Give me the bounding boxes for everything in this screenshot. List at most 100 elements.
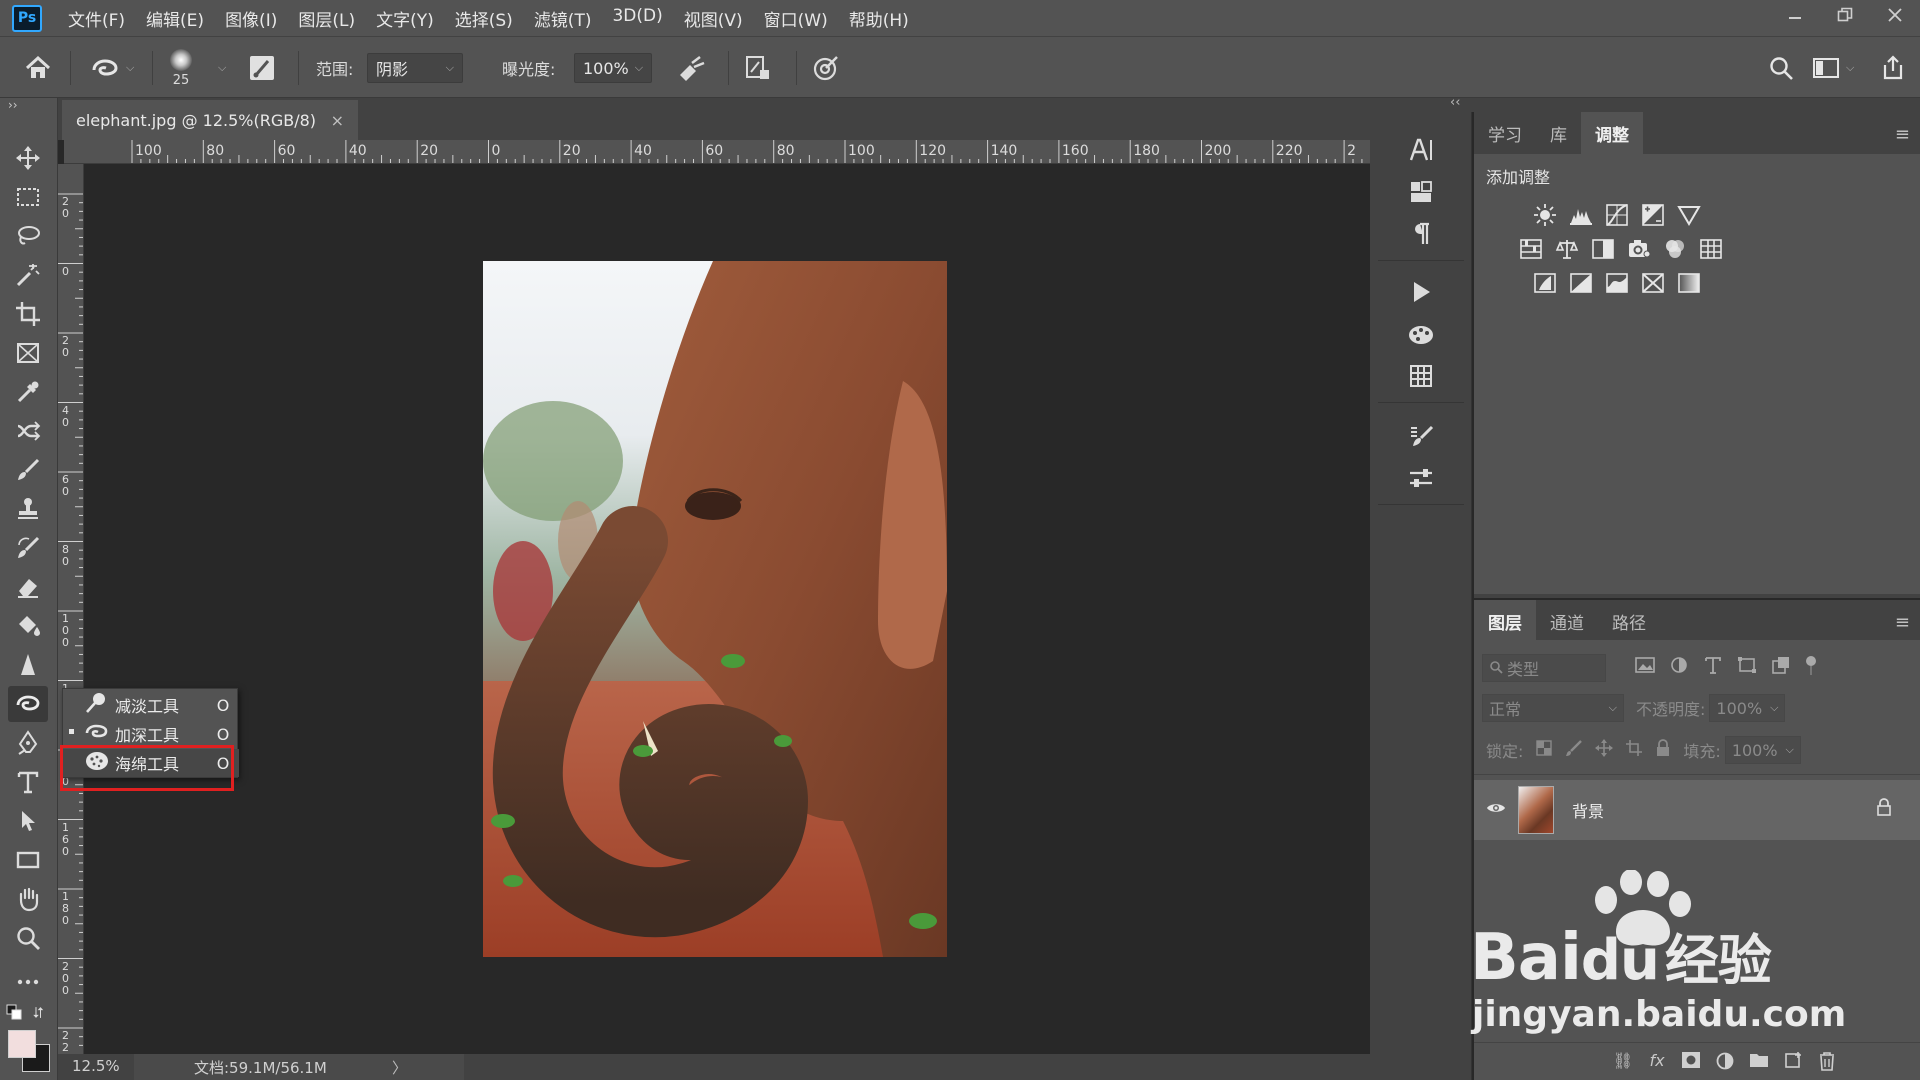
path-selection-icon[interactable]	[8, 803, 48, 839]
lock-all-icon[interactable]	[1655, 739, 1671, 761]
hue-saturation-icon[interactable]	[1516, 234, 1546, 264]
swatches-panel-icon[interactable]	[1401, 316, 1441, 352]
eyedropper-icon[interactable]	[8, 374, 48, 410]
threshold-icon[interactable]	[1602, 268, 1632, 298]
brightness-contrast-icon[interactable]	[1530, 200, 1560, 230]
invert-icon[interactable]	[1530, 268, 1560, 298]
pen-tool-icon[interactable]	[8, 725, 48, 761]
paragraph-panel-icon[interactable]	[1401, 216, 1441, 252]
default-colors-icon[interactable]	[6, 1004, 24, 1026]
brush-tool-icon[interactable]	[8, 452, 48, 488]
add-mask-icon[interactable]	[1678, 1051, 1704, 1073]
type-tool-icon[interactable]	[8, 764, 48, 800]
zoom-level[interactable]: 12.5%	[72, 1057, 120, 1075]
photo-filter-icon[interactable]	[1624, 234, 1654, 264]
restore-icon[interactable]	[1820, 0, 1870, 30]
filter-toggle-icon[interactable]	[1804, 655, 1818, 681]
layer-row-background[interactable]: 背景	[1474, 780, 1920, 840]
close-icon[interactable]	[1870, 0, 1920, 30]
home-icon[interactable]	[24, 37, 52, 99]
lasso-tool-icon[interactable]	[8, 218, 48, 254]
tab-libraries[interactable]: 库	[1536, 112, 1581, 154]
magic-wand-icon[interactable]	[8, 257, 48, 293]
zoom-tool-icon[interactable]	[8, 920, 48, 956]
flyout-item-dodge[interactable]: 减淡工具 O	[63, 691, 239, 719]
link-layers-icon[interactable]: ⛓	[1610, 1051, 1636, 1073]
type-filter-icon[interactable]	[1702, 655, 1724, 681]
smart-object-filter-icon[interactable]	[1770, 655, 1792, 681]
fill-field[interactable]: 100% ⌵	[1724, 736, 1801, 764]
levels-icon[interactable]	[1566, 200, 1596, 230]
tool-preset-picker[interactable]: ⌵	[90, 37, 134, 99]
clone-stamp-icon[interactable]	[8, 491, 48, 527]
status-arrow-icon[interactable]: 〉	[392, 1057, 407, 1078]
properties-panel-icon[interactable]	[1401, 460, 1441, 496]
rectangle-tool-icon[interactable]	[8, 842, 48, 878]
menu-file[interactable]: 文件(F)	[68, 6, 125, 31]
glyphs-panel-icon[interactable]	[1401, 174, 1441, 210]
panel-menu-icon[interactable]: ≡	[1895, 612, 1910, 633]
pressure-icon[interactable]	[812, 37, 840, 99]
adjustment-filter-icon[interactable]	[1668, 655, 1690, 681]
grid-panel-icon[interactable]	[1401, 358, 1441, 394]
adjustment-layer-icon[interactable]	[1712, 1051, 1738, 1073]
burn-tool-icon[interactable]	[8, 686, 48, 722]
history-brush-icon[interactable]	[8, 530, 48, 566]
posterize-icon[interactable]	[1566, 268, 1596, 298]
paint-bucket-icon[interactable]	[8, 608, 48, 644]
brush-settings-icon[interactable]	[248, 37, 276, 99]
tab-learn[interactable]: 学习	[1474, 112, 1536, 154]
canvas-area[interactable]	[84, 164, 1344, 1054]
chevron-down-icon[interactable]: ⌵	[212, 37, 226, 99]
new-group-icon[interactable]	[1746, 1051, 1772, 1073]
color-balance-icon[interactable]	[1552, 234, 1582, 264]
brush-picker[interactable]: 25	[170, 37, 192, 99]
range-dropdown[interactable]: 阴影 ⌵	[367, 53, 463, 83]
expand-icon[interactable]: ››	[8, 98, 18, 112]
shape-filter-icon[interactable]	[1736, 655, 1758, 681]
workspace-icon[interactable]: ⌵	[1812, 37, 1854, 99]
exposure-field[interactable]: 100% ⌵	[574, 53, 652, 83]
lock-artboard-icon[interactable]	[1625, 739, 1643, 761]
frame-tool-icon[interactable]	[8, 335, 48, 371]
character-panel-icon[interactable]	[1401, 132, 1441, 168]
airbrush-icon[interactable]	[676, 37, 706, 99]
sharpen-tool-icon[interactable]	[8, 647, 48, 683]
menu-layer[interactable]: 图层(L)	[298, 6, 355, 31]
curves-icon[interactable]	[1602, 200, 1632, 230]
opacity-field[interactable]: 100% ⌵	[1709, 694, 1786, 722]
menu-select[interactable]: 选择(S)	[455, 6, 513, 31]
protect-tones-icon[interactable]	[744, 37, 772, 99]
menu-window[interactable]: 窗口(W)	[764, 6, 828, 31]
pixel-filter-icon[interactable]	[1634, 655, 1656, 681]
channel-mixer-icon[interactable]	[1660, 234, 1690, 264]
panel-menu-icon[interactable]: ≡	[1895, 124, 1910, 145]
menu-view[interactable]: 视图(V)	[684, 6, 743, 31]
tab-paths[interactable]: 路径	[1598, 600, 1660, 642]
color-lookup-icon[interactable]	[1696, 234, 1726, 264]
healing-brush-icon[interactable]	[8, 413, 48, 449]
lock-transparent-icon[interactable]	[1535, 739, 1553, 761]
fx-icon[interactable]: fx	[1644, 1051, 1670, 1073]
eye-icon[interactable]	[1486, 800, 1506, 820]
swap-colors-icon[interactable]: ⮃	[32, 1004, 44, 1022]
menu-filter[interactable]: 滤镜(T)	[534, 6, 592, 31]
menu-image[interactable]: 图像(I)	[225, 6, 277, 31]
tab-channels[interactable]: 通道	[1536, 600, 1598, 642]
new-layer-icon[interactable]	[1780, 1051, 1806, 1073]
close-tab-icon[interactable]: ×	[331, 111, 344, 130]
brush-settings-panel-icon[interactable]	[1401, 418, 1441, 454]
marquee-tool-icon[interactable]	[8, 179, 48, 215]
crop-tool-icon[interactable]	[8, 296, 48, 332]
lock-position-icon[interactable]	[1595, 739, 1614, 761]
menu-help[interactable]: 帮助(H)	[849, 6, 909, 31]
menu-type[interactable]: 文字(Y)	[376, 6, 434, 31]
minimize-icon[interactable]	[1770, 0, 1820, 30]
tab-adjustments[interactable]: 调整	[1581, 112, 1643, 154]
blend-mode-dropdown[interactable]: 正常 ⌵	[1482, 694, 1624, 722]
document-tab[interactable]: elephant.jpg @ 12.5%(RGB/8) ×	[62, 100, 358, 140]
hand-tool-icon[interactable]	[8, 881, 48, 917]
more-tools-icon[interactable]	[8, 964, 48, 1000]
flyout-item-burn[interactable]: 加深工具 O	[63, 720, 239, 748]
share-icon[interactable]	[1880, 37, 1906, 99]
